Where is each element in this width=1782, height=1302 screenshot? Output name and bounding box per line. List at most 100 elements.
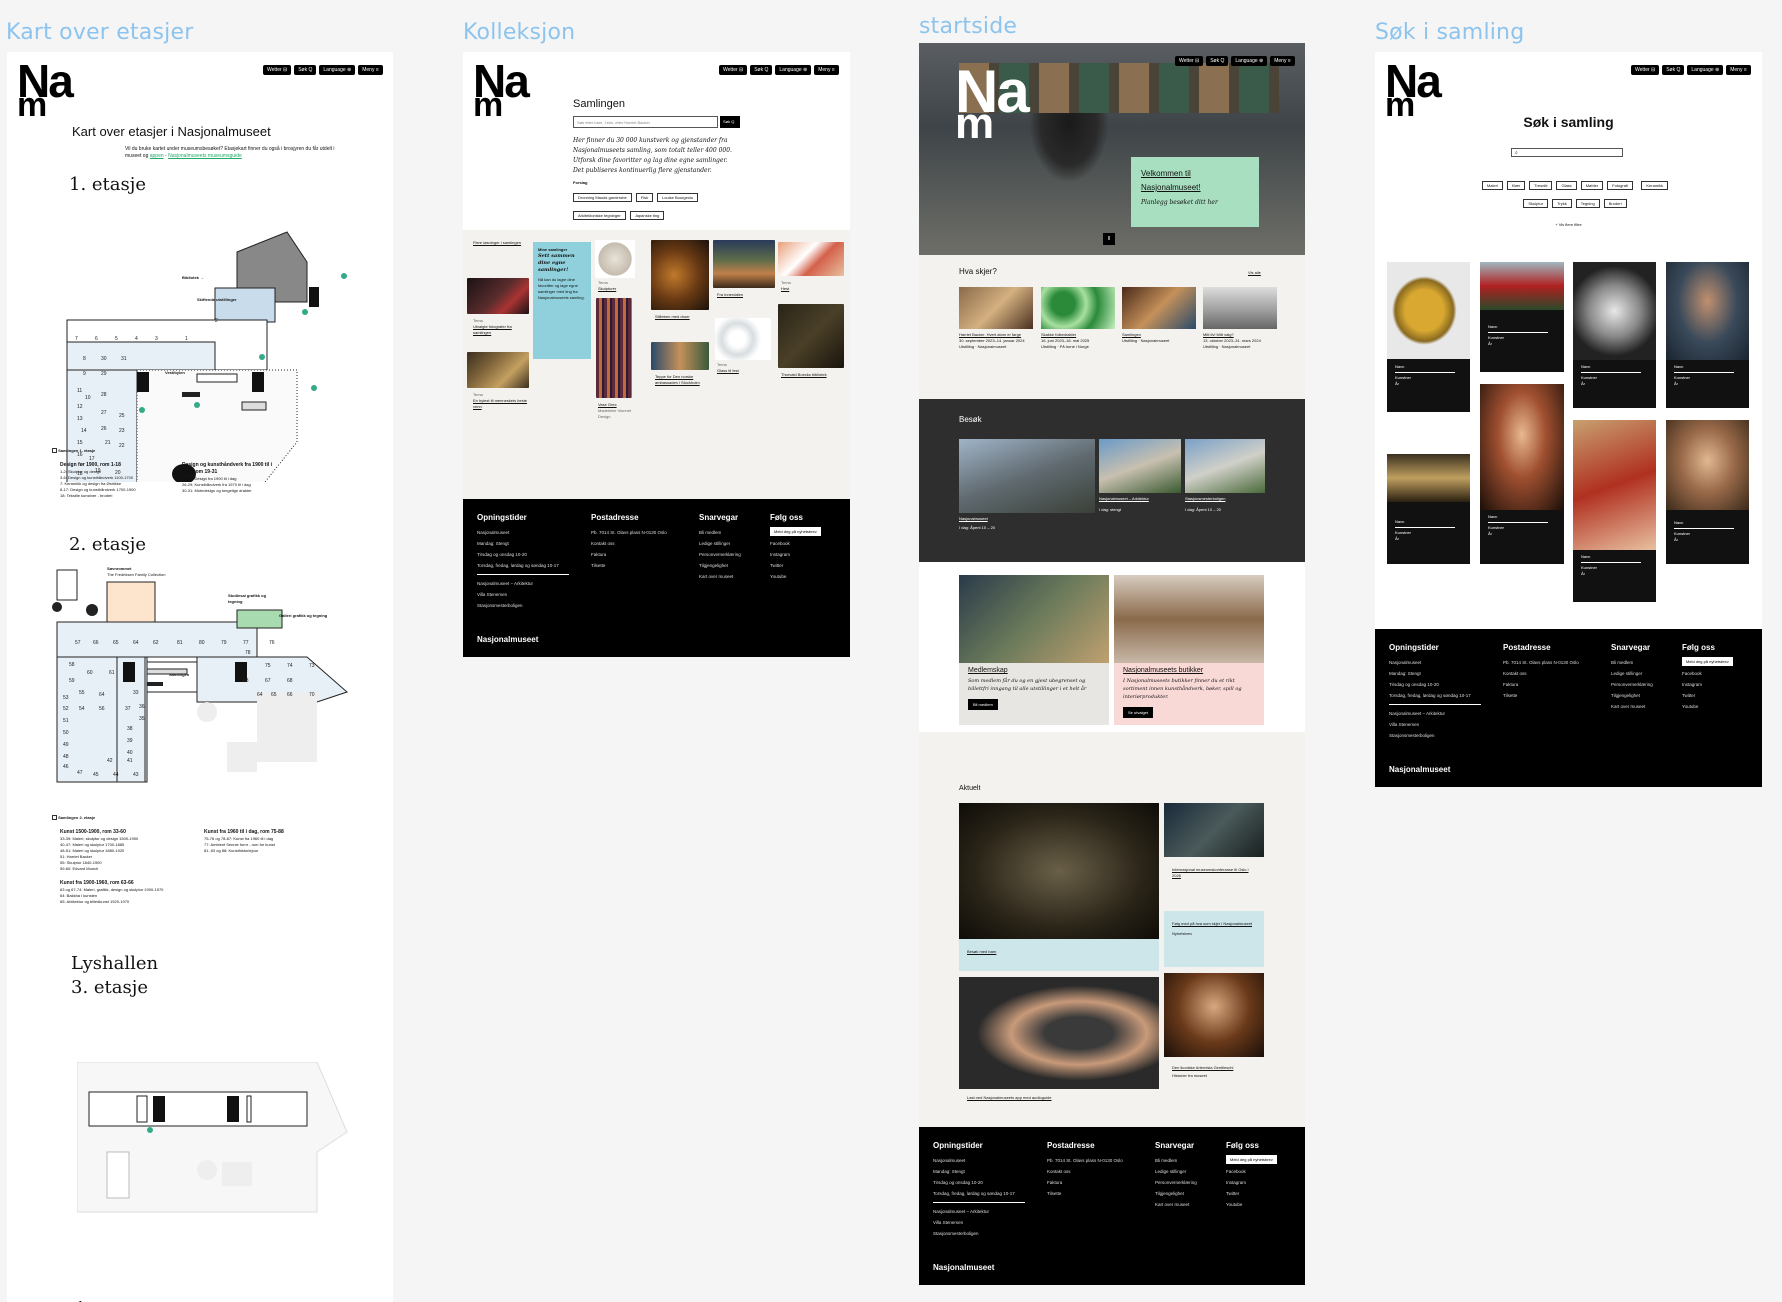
filter-chip[interactable]: Møbler: [1580, 181, 1604, 190]
filter-chip[interactable]: Fotografi: [1607, 181, 1633, 190]
card-fotografer[interactable]: Tema Utvalgte fotografer fra samlingen: [473, 318, 529, 336]
floor2-legend-checkbox[interactable]: Samlingen 2. etasje: [52, 815, 95, 821]
newsletter-button[interactable]: Meld deg på nyhetsbrev: [770, 527, 821, 536]
search-input[interactable]: ⌕: [1511, 148, 1623, 157]
filter-chip[interactable]: Tresnitt: [1529, 181, 1553, 190]
card-image-teppe[interactable]: [651, 342, 709, 370]
filter-chip[interactable]: Maleri: [1481, 181, 1503, 190]
footer-brand[interactable]: Nasjonalmuseet: [933, 1263, 994, 1272]
newsletter-button[interactable]: Meld deg på nyhetsbrev: [1682, 657, 1733, 666]
news-card-newsletter[interactable]: Følg med på hva som skjer i Nasjonalmuse…: [1164, 911, 1264, 967]
card-vase[interactable]: Vase Grec Madeleine Vionnet Design: [598, 402, 643, 420]
more-filters-link[interactable]: + Vis flere filtre: [1375, 222, 1762, 228]
logo[interactable]: Na m: [17, 58, 74, 122]
news-card-kids[interactable]: Besøk med barn: [959, 803, 1159, 971]
tag-item[interactable]: Dronning Mauds garderobe: [573, 193, 632, 202]
card-skulpturer[interactable]: Tema Skulpturer: [598, 280, 638, 292]
newsletter-button[interactable]: Meld deg på nyhetsbrev: [1226, 1155, 1277, 1164]
card-innerdalen[interactable]: Fra Innerdalen: [717, 292, 773, 298]
event-card[interactable]: Samlingen Utstilling · Nasjonalmuseet: [1122, 287, 1196, 344]
result-card[interactable]: Navn Kunstner År: [1573, 420, 1656, 602]
collection-search-button[interactable]: Søk Q: [720, 116, 740, 128]
language-button[interactable]: Language ⊕: [319, 65, 356, 75]
venue-card[interactable]: Nasjonalmuseet – Arkitektur I dag: stengt: [1099, 439, 1181, 513]
result-card[interactable]: Navn Kunstner År: [1387, 262, 1470, 412]
menu-button[interactable]: Meny ≡: [1270, 56, 1295, 66]
see-products-button[interactable]: Se utvalget: [1123, 707, 1154, 718]
result-card[interactable]: Navn Kunstner År: [1666, 262, 1749, 408]
tag-item[interactable]: Japanske ting: [629, 211, 665, 220]
membership-card[interactable]: Medlemskap Som medlem får du og en gjest…: [959, 575, 1109, 725]
card-image-bibliotek[interactable]: [778, 304, 844, 368]
tag-item[interactable]: Arkitektoniske tegninger: [573, 211, 626, 220]
app-link[interactable]: appen: [150, 153, 164, 159]
card-image-photographer[interactable]: [467, 278, 529, 314]
card-stilleben[interactable]: Stilleben med druer: [655, 314, 711, 320]
event-card[interactable]: Skakke folkedrakter 16. juni 2023–18. mai…: [1041, 287, 1115, 350]
language-button[interactable]: Language ⊕: [775, 65, 812, 75]
become-member-button[interactable]: Bli medlem: [968, 699, 998, 710]
result-card[interactable]: Navn Kunstner År: [1480, 262, 1564, 372]
filter-chip[interactable]: Trykk: [1552, 199, 1572, 208]
filter-chip[interactable]: Skulptur: [1523, 199, 1549, 208]
tag-item[interactable]: Fisk: [635, 193, 654, 202]
card-hylest[interactable]: Tema En hylest til menneskets beste venn: [473, 392, 529, 410]
card-thorvald[interactable]: Thorvald Boecks bibliotek: [781, 372, 831, 378]
event-card[interactable]: Harriet Backer. Hvert atom er farge 30. s…: [959, 287, 1033, 350]
floors-frame: Na m Wetter ⊟ Søk Q Language ⊕ Meny ≡ Kar…: [7, 52, 393, 1302]
see-all-link[interactable]: Vis alle: [1248, 270, 1261, 276]
my-collections-card[interactable]: Mine samlinger Sett sammen dine egne sam…: [533, 242, 591, 359]
logo[interactable]: Na m: [1385, 58, 1442, 122]
guide-link[interactable]: Nasjonalmuseets museumsguide: [168, 153, 242, 159]
result-card[interactable]: Navn Kunstner År: [1573, 262, 1656, 408]
logo[interactable]: Na m: [473, 58, 530, 122]
filter-chip[interactable]: Broderi: [1603, 199, 1627, 208]
filter-chip[interactable]: Klær: [1506, 181, 1526, 190]
news-card-app[interactable]: Last ned Nasjonalmuseets app med audiogu…: [959, 977, 1159, 1107]
card-flere[interactable]: Flere løsninger i samlingen: [473, 240, 529, 246]
card-image-innerdalen[interactable]: [713, 240, 775, 288]
footer-brand[interactable]: Nasjonalmuseet: [1389, 765, 1450, 774]
filter-chip[interactable]: Glass: [1556, 181, 1577, 190]
card-image-glass[interactable]: [715, 318, 771, 360]
card-image-dog[interactable]: [467, 352, 529, 388]
venue-card[interactable]: Nasjonalmuseet I dag: Åpent 10 – 20: [959, 439, 1095, 531]
menu-button[interactable]: Meny ≡: [358, 65, 383, 75]
card-image-dress[interactable]: [596, 298, 632, 398]
card-glass[interactable]: Tema Glass til fest: [717, 362, 757, 374]
result-card[interactable]: Navn Kunstner År: [1480, 384, 1564, 564]
tag-item[interactable]: Louise Bourgeois: [657, 193, 698, 202]
wetter-button[interactable]: Wetter ⊟: [263, 65, 292, 75]
card-image-sculpture[interactable]: [595, 240, 635, 278]
search-button[interactable]: Søk Q: [1206, 56, 1229, 66]
pause-button[interactable]: II: [1103, 233, 1115, 245]
collection-search-input[interactable]: Søk etter bare, f.eks. etter Harriet Bac…: [573, 116, 718, 128]
filter-chip[interactable]: Keramikk: [1641, 181, 1669, 190]
language-button[interactable]: Language ⊕: [1687, 65, 1724, 75]
filter-chip[interactable]: Tegning: [1575, 199, 1600, 208]
result-card[interactable]: Navn Kunstner År: [1666, 420, 1749, 564]
wetter-button[interactable]: Wetter ⊟: [1631, 65, 1660, 75]
shop-card[interactable]: Nasjonalmuseets butikker I Nasjonalmusee…: [1114, 575, 1264, 725]
card-teppe[interactable]: Teppe for Den norske ambassaden i Stockh…: [655, 374, 705, 386]
wetter-button[interactable]: Wetter ⊟: [719, 65, 748, 75]
news-card-artemisia[interactable]: Den ikoniske Artemisia Gentileschi Histor…: [1164, 973, 1264, 1091]
result-card[interactable]: Navn Kunstner År: [1387, 454, 1470, 564]
site-footer: Opningstider Nasjonalmuseet Mandag: Steng…: [1375, 629, 1762, 787]
language-button[interactable]: Language ⊕: [1231, 56, 1268, 66]
wetter-button[interactable]: Wetter ⊟: [1175, 56, 1204, 66]
logo[interactable]: Na m: [955, 62, 1030, 146]
venue-card[interactable]: Stasjonsmesterboligen I dag: Åpent 10 – 2…: [1185, 439, 1265, 513]
menu-button[interactable]: Meny ≡: [1726, 65, 1751, 75]
event-card[interactable]: Mitt liv! Mitt valg? 13. oktober 2023–31.…: [1203, 287, 1277, 350]
search-button[interactable]: Søk Q: [294, 65, 317, 75]
footer-brand[interactable]: Nasjonalmuseet: [477, 635, 538, 644]
search-button[interactable]: Søk Q: [1662, 65, 1685, 75]
search-button[interactable]: Søk Q: [750, 65, 773, 75]
card-image-stilleben[interactable]: [651, 240, 709, 310]
hero-welcome-card[interactable]: Velkommen til Nasjonalmuseet! Planlegg b…: [1131, 157, 1259, 227]
menu-button[interactable]: Meny ≡: [814, 65, 839, 75]
floor1-legend-checkbox[interactable]: Samlingen 1. etasje: [52, 448, 95, 454]
card-hest[interactable]: Tema Hest: [781, 280, 837, 292]
card-image-hest[interactable]: [778, 242, 844, 276]
